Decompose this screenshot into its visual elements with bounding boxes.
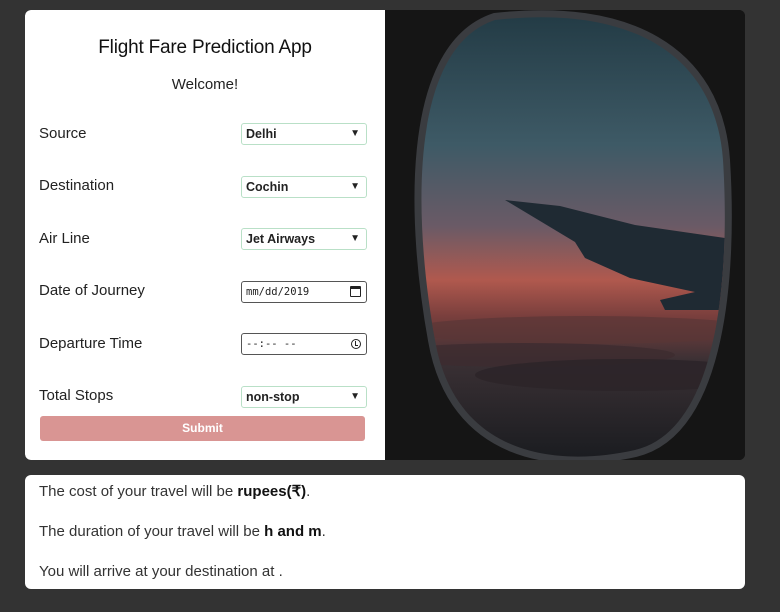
result-panel: The cost of your travel will be rupees(₹…	[25, 475, 745, 589]
stops-select[interactable]: non-stop ▼	[241, 386, 367, 408]
cost-text: The cost of your travel will be rupees(₹…	[39, 482, 310, 500]
destination-value: Cochin	[246, 180, 289, 194]
duration-suffix: .	[321, 523, 326, 540]
chevron-down-icon: ▼	[350, 233, 360, 244]
source-select[interactable]: Delhi ▼	[241, 123, 367, 145]
arrival-text: You will arrive at your destination at .	[39, 563, 283, 580]
airline-label: Air Line	[39, 230, 90, 247]
date-label: Date of Journey	[39, 282, 145, 299]
clock-icon[interactable]	[351, 339, 361, 349]
departure-time-input[interactable]: --:-- --	[241, 333, 367, 355]
page-title: Flight Fare Prediction App	[98, 37, 312, 58]
airplane-window-illustration	[385, 10, 745, 460]
cost-value: rupees(₹)	[237, 483, 307, 500]
welcome-text: Welcome!	[171, 76, 239, 93]
prediction-form: Flight Fare Prediction App Welcome! Sour…	[25, 10, 385, 460]
chevron-down-icon: ▼	[350, 391, 360, 402]
airline-value: Jet Airways	[246, 232, 316, 246]
departure-label: Departure Time	[39, 335, 143, 352]
source-value: Delhi	[246, 127, 277, 141]
chevron-down-icon: ▼	[350, 181, 360, 192]
date-value: mm/dd/2019	[246, 286, 310, 298]
duration-prefix: The duration of your travel will be	[39, 523, 265, 540]
destination-label: Destination	[39, 177, 115, 194]
cost-prefix: The cost of your travel will be	[39, 483, 238, 500]
departure-value: --:-- --	[246, 338, 297, 350]
airplane-window-image	[385, 10, 745, 460]
stops-label: Total Stops	[39, 387, 114, 404]
stops-value: non-stop	[246, 390, 300, 404]
cost-suffix: .	[306, 483, 311, 500]
main-card: Flight Fare Prediction App Welcome! Sour…	[25, 10, 745, 460]
destination-select[interactable]: Cochin ▼	[241, 176, 367, 198]
chevron-down-icon: ▼	[350, 128, 360, 139]
source-label: Source	[39, 125, 87, 142]
duration-value: h and m	[264, 523, 322, 540]
submit-button[interactable]: Submit	[40, 416, 365, 441]
airline-select[interactable]: Jet Airways ▼	[241, 228, 367, 250]
duration-text: The duration of your travel will be h an…	[39, 523, 326, 540]
calendar-icon[interactable]	[350, 286, 361, 297]
date-input[interactable]: mm/dd/2019	[241, 281, 367, 303]
